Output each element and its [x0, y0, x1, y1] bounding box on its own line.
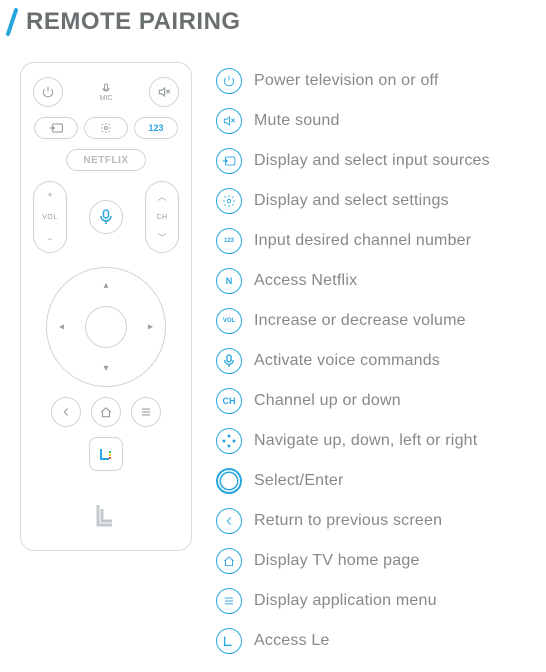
legend-label: Navigate up, down, left or right	[254, 432, 477, 450]
legend-item: Access Le	[216, 628, 490, 654]
legend-item: N Access Netflix	[216, 268, 490, 294]
power-button[interactable]	[33, 77, 63, 107]
legend-mute-icon	[216, 108, 242, 134]
vol-label: VOL	[42, 214, 58, 221]
legend-micbtn-icon	[216, 348, 242, 374]
le-button[interactable]	[89, 437, 123, 471]
channel-rocker[interactable]: ︿ CH ﹀	[145, 181, 179, 253]
legend-item: 123 Input desired channel number	[216, 228, 490, 254]
content: MIC 123 NETFLIX + VOL −	[0, 36, 546, 664]
header-slash-icon	[4, 8, 20, 36]
chevron-down-icon: ﹀	[157, 231, 166, 244]
dpad-right-icon: ▸	[148, 322, 153, 333]
legend-label: Increase or decrease volume	[254, 312, 466, 330]
dpad[interactable]: ▴ ▾ ◂ ▸	[46, 267, 166, 387]
netflix-button[interactable]: NETFLIX	[66, 149, 146, 171]
legend-menu-icon	[216, 588, 242, 614]
legend-label: Mute sound	[254, 112, 340, 130]
legend-label: Display and select input sources	[254, 152, 490, 170]
legend-item: VOL Increase or decrease volume	[216, 308, 490, 334]
dpad-down-icon: ▾	[103, 363, 108, 374]
mic-hole: MIC	[100, 83, 113, 102]
select-button[interactable]	[85, 306, 127, 348]
legend-label: Input desired channel number	[254, 232, 471, 250]
page-title: REMOTE PAIRING	[26, 8, 241, 36]
legend-VOL-icon: VOL	[216, 308, 242, 334]
legend-label: Activate voice commands	[254, 352, 440, 370]
legend-label: Select/Enter	[254, 472, 344, 490]
chevron-up-icon: ︿	[157, 190, 166, 203]
menu-button[interactable]	[131, 397, 161, 427]
legend-item: Return to previous screen	[216, 508, 490, 534]
legend-label: Return to previous screen	[254, 512, 442, 530]
remote-diagram: MIC 123 NETFLIX + VOL −	[20, 62, 192, 551]
legend-input-icon	[216, 148, 242, 174]
brand-logo	[92, 481, 120, 534]
back-button[interactable]	[51, 397, 81, 427]
ch-label: CH	[156, 214, 167, 221]
legend-label: Access Netflix	[254, 272, 357, 290]
minus-icon: −	[47, 234, 52, 244]
input-button[interactable]	[34, 117, 78, 139]
legend-item: Power television on or off	[216, 68, 490, 94]
legend-item: Display and select settings	[216, 188, 490, 214]
mic-label: MIC	[100, 95, 113, 102]
legend-CH-icon: CH	[216, 388, 242, 414]
mute-button[interactable]	[149, 77, 179, 107]
legend-select-icon	[216, 468, 242, 494]
legend-le-icon	[216, 628, 242, 654]
legend-item: Mute sound	[216, 108, 490, 134]
legend-item: Select/Enter	[216, 468, 490, 494]
voice-button[interactable]	[89, 200, 123, 234]
plus-icon: +	[47, 190, 52, 200]
legend-back-icon	[216, 508, 242, 534]
legend-power-icon	[216, 68, 242, 94]
legend-nav-icon	[216, 428, 242, 454]
dpad-up-icon: ▴	[103, 280, 108, 291]
legend-item: Display TV home page	[216, 548, 490, 574]
legend-item: Display application menu	[216, 588, 490, 614]
legend: Power television on or off Mute sound Disp…	[216, 62, 490, 654]
numpad-button[interactable]: 123	[134, 117, 178, 139]
legend-label: Access Le	[254, 632, 330, 650]
volume-rocker[interactable]: + VOL −	[33, 181, 67, 253]
dpad-left-icon: ◂	[59, 322, 64, 333]
legend-item: Display and select input sources	[216, 148, 490, 174]
legend-label: Display TV home page	[254, 552, 420, 570]
legend-N-icon: N	[216, 268, 242, 294]
legend-label: Display application menu	[254, 592, 437, 610]
pill-row: 123	[34, 117, 178, 139]
legend-label: Power television on or off	[254, 72, 439, 90]
home-button[interactable]	[91, 397, 121, 427]
legend-123-icon: 123	[216, 228, 242, 254]
legend-item: CH Channel up or down	[216, 388, 490, 414]
legend-home-icon	[216, 548, 242, 574]
legend-item: Navigate up, down, left or right	[216, 428, 490, 454]
legend-label: Display and select settings	[254, 192, 449, 210]
legend-label: Channel up or down	[254, 392, 401, 410]
settings-button[interactable]	[84, 117, 128, 139]
legend-item: Activate voice commands	[216, 348, 490, 374]
header: REMOTE PAIRING	[0, 0, 546, 36]
legend-gear-icon	[216, 188, 242, 214]
